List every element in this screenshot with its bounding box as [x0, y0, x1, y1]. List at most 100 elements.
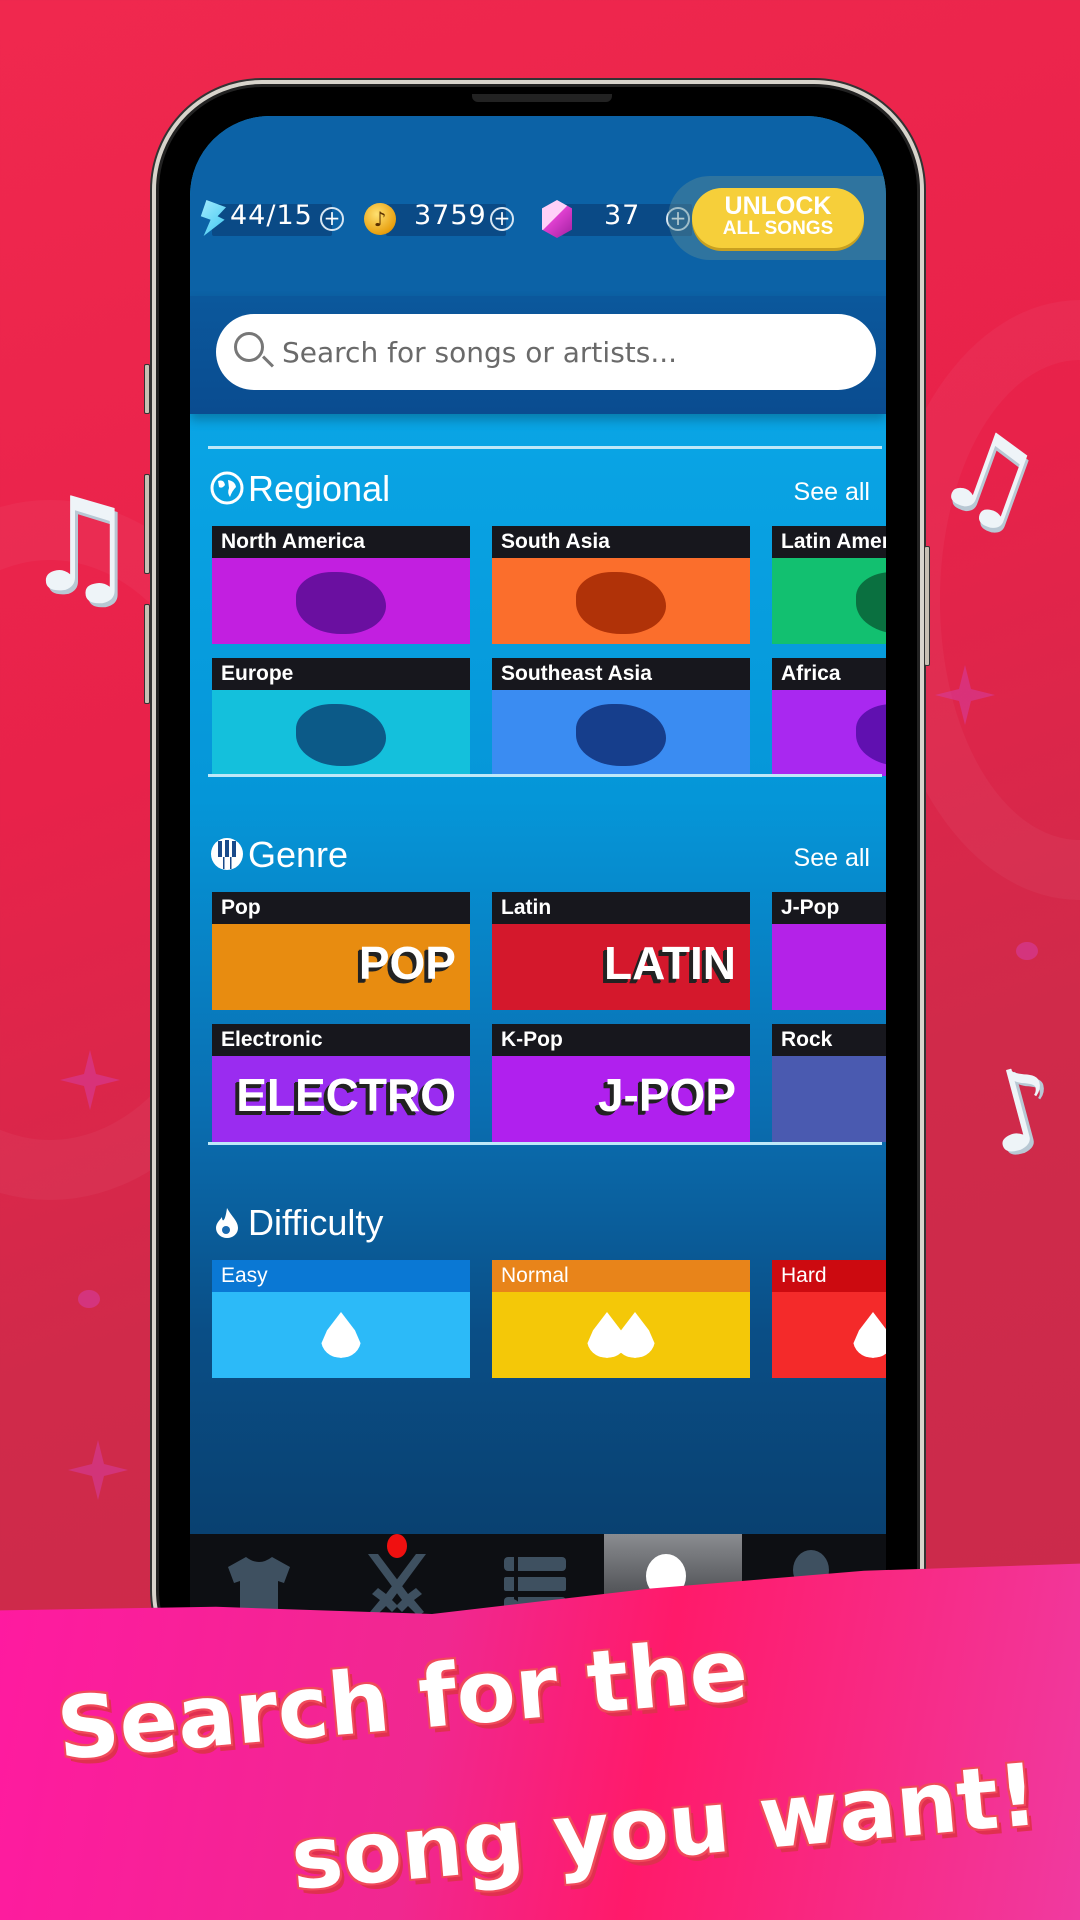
unlock-all-songs-button[interactable]: UNLOCK ALL SONGS	[692, 188, 864, 248]
phone-speaker	[472, 94, 612, 102]
flame-icon	[321, 1312, 361, 1358]
genre-card[interactable]: Electronic ELECTRO	[212, 1024, 470, 1142]
genre-art-text: LATIN	[603, 937, 736, 989]
genre-card-label: Electronic	[212, 1024, 470, 1056]
flame-icon	[216, 1208, 238, 1238]
difficulty-card-label: Normal	[492, 1260, 750, 1292]
difficulty-card-art	[212, 1292, 470, 1378]
globe-icon	[210, 471, 244, 505]
regional-card[interactable]: Africa	[772, 658, 886, 776]
section-divider	[208, 1142, 882, 1145]
phone-side-button	[144, 364, 150, 414]
difficulty-card-art	[492, 1292, 750, 1378]
genre-card[interactable]: K-Pop J-POP	[492, 1024, 750, 1142]
add-coins-button[interactable]: +	[490, 207, 514, 231]
regional-card-art	[492, 558, 750, 644]
sparkle-icon	[68, 1440, 128, 1500]
regional-card[interactable]: South Asia	[492, 526, 750, 644]
difficulty-card-label: Hard	[772, 1260, 886, 1292]
regional-card-label: North America	[212, 526, 470, 558]
genre-art-text: J-POP	[597, 1069, 736, 1121]
search-input[interactable]	[282, 328, 842, 376]
region-map-icon	[856, 572, 886, 634]
energy-value: 44/15	[230, 200, 313, 231]
regional-card-art	[212, 690, 470, 776]
region-map-icon	[296, 704, 386, 766]
music-note-icon: ♪	[969, 1039, 1071, 1181]
difficulty-card-label: Easy	[212, 1260, 470, 1292]
genre-card-art: J-P	[772, 924, 886, 1010]
regional-card-label: Africa	[772, 658, 886, 690]
section-title-regional: Regional	[210, 468, 390, 510]
genre-card[interactable]: Latin LATIN	[492, 892, 750, 1010]
region-map-icon	[296, 572, 386, 634]
regional-see-all-link[interactable]: See all	[794, 478, 870, 507]
difficulty-card-art	[772, 1292, 886, 1378]
app-screen: 44/15 + ♪ 3759 + 37 + UNLOCK ALL SONGS S…	[190, 116, 886, 1636]
regional-card-label: Europe	[212, 658, 470, 690]
genre-card[interactable]: J-PopJ-P	[772, 892, 886, 1010]
genre-see-all-link[interactable]: See all	[794, 844, 870, 873]
phone-side-button	[144, 604, 150, 704]
section-divider	[208, 774, 882, 777]
genre-card[interactable]: RockRO	[772, 1024, 886, 1142]
phone-frame: 44/15 + ♪ 3759 + 37 + UNLOCK ALL SONGS S…	[144, 80, 930, 1700]
genre-art-text: ELECTRO	[236, 1069, 456, 1121]
genre-card-label: Rock	[772, 1024, 886, 1056]
regional-card[interactable]: Europe	[212, 658, 470, 776]
flame-icon	[853, 1312, 886, 1358]
coins-value: 3759	[414, 200, 487, 231]
regional-card[interactable]: Southeast Asia	[492, 658, 750, 776]
decor-dot	[78, 1290, 100, 1308]
unlock-line1: UNLOCK	[724, 192, 832, 220]
genre-card-label: Latin	[492, 892, 750, 924]
genre-card-art: ELECTRO	[212, 1056, 470, 1142]
regional-card[interactable]: Latin America	[772, 526, 886, 644]
search-bar[interactable]	[216, 314, 876, 390]
genre-card-label: J-Pop	[772, 892, 886, 924]
gems-value: 37	[604, 200, 641, 231]
section-title-genre: Genre	[210, 834, 348, 876]
regional-card-label: Latin America	[772, 526, 886, 558]
unlock-line2: ALL SONGS	[722, 218, 834, 239]
region-map-icon	[576, 704, 666, 766]
genre-card-art: J-POP	[492, 1056, 750, 1142]
piano-keys-icon	[211, 838, 243, 870]
section-divider	[208, 446, 882, 449]
tshirt-icon	[228, 1557, 290, 1613]
regional-card-art	[772, 690, 886, 776]
genre-card-art: LATIN	[492, 924, 750, 1010]
search-icon	[234, 332, 264, 362]
regional-card-label: Southeast Asia	[492, 658, 750, 690]
genre-card[interactable]: Pop POP	[212, 892, 470, 1010]
difficulty-card[interactable]: Hard	[772, 1260, 886, 1378]
music-coin-icon: ♪	[364, 203, 396, 235]
difficulty-card[interactable]: Easy	[212, 1260, 470, 1378]
difficulty-title-text: Difficulty	[248, 1202, 384, 1243]
region-map-icon	[856, 704, 886, 766]
genre-card-art: RO	[772, 1056, 886, 1142]
decor-dot	[1016, 942, 1038, 960]
header: 44/15 + ♪ 3759 + 37 + UNLOCK ALL SONGS	[190, 116, 886, 296]
regional-card[interactable]: North America	[212, 526, 470, 644]
phone-side-button	[924, 546, 930, 666]
add-energy-button[interactable]: +	[320, 207, 344, 231]
genre-title-text: Genre	[248, 834, 349, 875]
notification-badge	[387, 1534, 407, 1558]
difficulty-card[interactable]: Normal	[492, 1260, 750, 1378]
region-map-icon	[576, 572, 666, 634]
crossed-swords-icon	[368, 1554, 426, 1616]
genre-card-label: Pop	[212, 892, 470, 924]
genre-card-art: POP	[212, 924, 470, 1010]
flame-icon	[615, 1312, 655, 1358]
regional-card-art	[492, 690, 750, 776]
genre-art-text: POP	[358, 937, 456, 989]
regional-card-art	[212, 558, 470, 644]
regional-card-label: South Asia	[492, 526, 750, 558]
phone-side-button	[144, 474, 150, 574]
music-note-icon: ♫	[22, 469, 139, 621]
regional-card-art	[772, 558, 886, 644]
regional-title-text: Regional	[248, 468, 391, 509]
genre-card-label: K-Pop	[492, 1024, 750, 1056]
section-title-difficulty: Difficulty	[210, 1202, 383, 1244]
